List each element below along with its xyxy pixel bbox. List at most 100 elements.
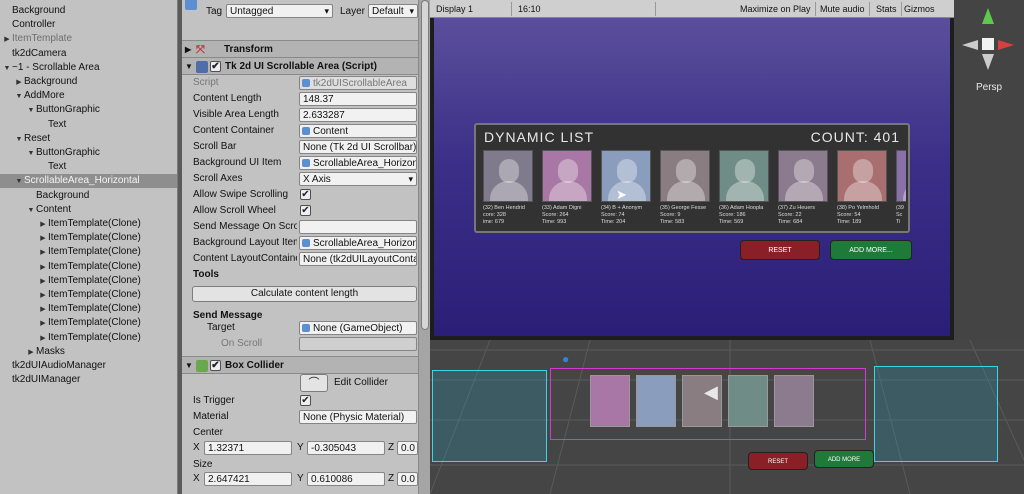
collapse-arrow-icon[interactable]: ▼ (2, 62, 12, 76)
collapse-arrow-icon[interactable]: ▼ (26, 104, 36, 118)
scene-view-top[interactable]: Persp (954, 0, 1024, 340)
edit-collider-button[interactable]: ⌒ (300, 374, 328, 392)
field-value[interactable]: 148.37 (299, 92, 417, 106)
material-field[interactable]: None (Physic Material) (299, 410, 417, 424)
hierarchy-item[interactable]: ▶ ItemTemplate (0, 32, 177, 47)
scrollable-area-header[interactable]: ▼ ✔ Tk 2d UI Scrollable Area (Script) (182, 57, 418, 75)
script-enabled-checkbox[interactable]: ✔ (210, 61, 221, 72)
hierarchy-item[interactable]: ▶ Background (0, 75, 177, 90)
expand-arrow-icon[interactable]: ▶ (38, 261, 48, 275)
hierarchy-item[interactable]: ▶ ItemTemplate(Clone) (0, 245, 177, 260)
hierarchy-item[interactable]: ▶ ItemTemplate(Clone) (0, 288, 177, 303)
calculate-content-length-button[interactable]: Calculate content length (192, 286, 417, 302)
hierarchy-item[interactable]: ▼ AddMore (0, 89, 177, 104)
hierarchy-item[interactable]: ▶ ItemTemplate(Clone) (0, 316, 177, 331)
hierarchy-item[interactable]: ▶ ItemTemplate(Clone) (0, 231, 177, 246)
field-value[interactable]: Content (299, 124, 417, 138)
hierarchy-item[interactable]: ▼ ButtonGraphic (0, 146, 177, 161)
expand-arrow-icon[interactable]: ▶ (38, 317, 48, 331)
display-dropdown[interactable]: Display 1 (432, 2, 512, 16)
move-handle-icon[interactable]: ● (562, 352, 569, 366)
tag-dropdown[interactable]: Untagged (226, 4, 333, 18)
field-value[interactable]: None (tk2dUILayoutContainer) (299, 252, 417, 266)
collapse-arrow-icon[interactable]: ▼ (185, 357, 193, 375)
hierarchy-item[interactable]: Controller (0, 18, 177, 32)
size-x-field[interactable]: 2.647421 (204, 472, 292, 486)
expand-arrow-icon[interactable]: ▶ (26, 346, 36, 360)
collapse-arrow-icon[interactable]: ▼ (26, 147, 36, 161)
axis-center-icon[interactable] (982, 38, 994, 50)
transform-header[interactable]: ▶ ⤧ Transform (182, 40, 418, 58)
maximize-on-play-toggle[interactable]: Maximize on Play (736, 2, 816, 16)
hierarchy-item[interactable]: ▼ ~1 - Scrollable Area (0, 61, 177, 76)
list-card[interactable]: (33) Adam Digni Score: 264 Time: 993 (542, 150, 592, 228)
list-card[interactable]: (35) George Fesse Score: 9 Time: 583 (660, 150, 710, 228)
scene-view[interactable]: ◀ ● RESET ADD MORE (430, 340, 1024, 494)
layer-dropdown[interactable]: Default (368, 4, 418, 18)
collapse-arrow-icon[interactable]: ▼ (14, 175, 24, 189)
field-value[interactable]: X Axis (299, 172, 417, 186)
hierarchy-item[interactable]: tk2dUIManager (0, 373, 177, 387)
field-checkbox[interactable]: ✔ (300, 205, 311, 216)
expand-arrow-icon[interactable]: ▶ (14, 76, 24, 90)
center-y-field[interactable]: -0.305043 (307, 441, 385, 455)
size-y-field[interactable]: 0.610086 (307, 472, 385, 486)
mute-audio-toggle[interactable]: Mute audio (816, 2, 870, 16)
hierarchy-item[interactable]: ▼ Reset (0, 132, 177, 147)
collapse-arrow-icon[interactable]: ▼ (14, 90, 24, 104)
hierarchy-item[interactable]: ▶ ItemTemplate(Clone) (0, 260, 177, 275)
hierarchy-item[interactable]: ▶ ItemTemplate(Clone) (0, 274, 177, 289)
expand-arrow-icon[interactable]: ▶ (38, 232, 48, 246)
expand-arrow-icon[interactable]: ▶ (38, 289, 48, 303)
box-collider-enabled-checkbox[interactable]: ✔ (210, 360, 221, 371)
collapse-arrow-icon[interactable]: ▼ (185, 58, 193, 76)
expand-arrow-icon[interactable]: ▶ (2, 33, 12, 47)
axis-y-neg-icon[interactable] (982, 54, 994, 70)
stats-toggle[interactable]: Stats (872, 2, 902, 16)
field-value[interactable]: None (Tk 2d UI Scrollbar) (299, 140, 417, 154)
list-card[interactable]: (38) Po Yelmhold Score: 54 Time: 189 (837, 150, 887, 228)
list-card[interactable]: (39 Sc Ti (896, 150, 906, 228)
hierarchy-item[interactable]: tk2dCamera (0, 47, 177, 61)
hierarchy-item[interactable]: tk2dUIAudioManager (0, 359, 177, 373)
size-z-field[interactable]: 0.0 (397, 472, 418, 486)
expand-arrow-icon[interactable]: ▶ (38, 332, 48, 346)
scene-add-more-button[interactable]: ADD MORE (814, 450, 874, 468)
persp-label[interactable]: Persp (976, 82, 1002, 93)
expand-arrow-icon[interactable]: ▶ (38, 246, 48, 260)
is-trigger-checkbox[interactable]: ✔ (300, 395, 311, 406)
inspector-scroll-thumb[interactable] (421, 0, 429, 330)
list-card[interactable]: (37) Zu Heuers Score: 22 Time: 684 (778, 150, 828, 228)
hierarchy-item[interactable]: ▼ Content (0, 203, 177, 218)
hierarchy-item[interactable]: ▼ ScrollableArea_Horizontal (0, 174, 177, 189)
inspector-scrollbar[interactable] (418, 0, 430, 494)
field-value[interactable]: ScrollableArea_Horizontal (299, 156, 417, 170)
expand-arrow-icon[interactable]: ▶ (38, 218, 48, 232)
list-card[interactable]: (36) Adam Hoopla Score: 186 Time: 569 (719, 150, 769, 228)
axis-x-neg-icon[interactable] (962, 40, 978, 50)
field-value[interactable]: ScrollableArea_Horizontal (299, 236, 417, 250)
field-value[interactable] (299, 220, 417, 234)
center-x-field[interactable]: 1.32371 (204, 441, 292, 455)
hierarchy-item[interactable]: ▶ Masks (0, 345, 177, 360)
hierarchy-item[interactable]: Text (0, 160, 177, 174)
target-field[interactable]: None (GameObject) (299, 321, 417, 335)
expand-arrow-icon[interactable]: ▶ (38, 275, 48, 289)
collapse-arrow-icon[interactable]: ▼ (26, 204, 36, 218)
scene-reset-button[interactable]: RESET (748, 452, 808, 470)
hierarchy-item[interactable]: ▶ ItemTemplate(Clone) (0, 217, 177, 232)
expand-arrow-icon[interactable]: ▶ (38, 303, 48, 317)
aspect-dropdown[interactable]: 16:10 (514, 2, 656, 16)
gizmos-dropdown[interactable]: Gizmos (900, 2, 939, 16)
center-z-field[interactable]: 0.0 (397, 441, 418, 455)
hierarchy-item[interactable]: Background (0, 189, 177, 203)
list-card[interactable]: (32) Ben Hendrid core: 328 ime: 679 (483, 150, 533, 228)
on-scroll-field[interactable] (299, 337, 417, 351)
game-viewport[interactable]: DYNAMIC LIST COUNT: 401 (32) Ben Hendrid… (434, 18, 950, 336)
axis-x-icon[interactable] (998, 40, 1014, 50)
reset-button[interactable]: RESET (740, 240, 820, 260)
hierarchy-item[interactable]: ▼ ButtonGraphic (0, 103, 177, 118)
hierarchy-item[interactable]: Background (0, 4, 177, 18)
collapse-arrow-icon[interactable]: ▼ (14, 133, 24, 147)
hierarchy-item[interactable]: Text (0, 118, 177, 132)
